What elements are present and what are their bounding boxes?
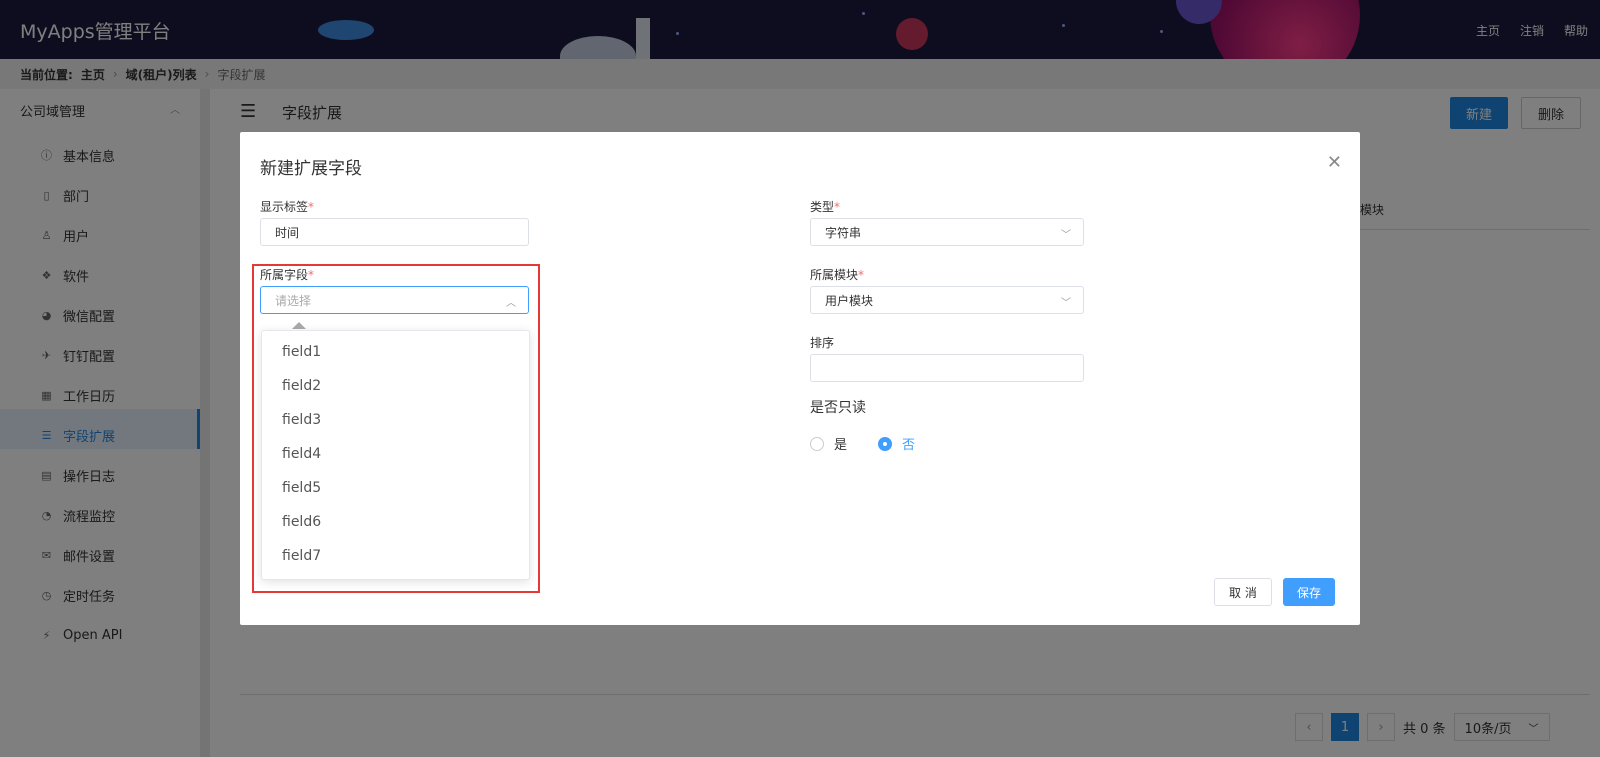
label-field-value: 时间 [275, 225, 300, 240]
dialog-title: 新建扩展字段 [260, 159, 362, 179]
readonly-label: 是否只读 [810, 400, 866, 416]
radio-circle [810, 436, 824, 451]
chevron-down-icon: ﹀ [1061, 230, 1071, 241]
readonly-yes-radio[interactable]: 是 [810, 434, 847, 453]
required-mark: * [308, 200, 315, 214]
required-mark: * [858, 268, 865, 282]
radio-circle [878, 436, 892, 451]
label-text: 所属模块 [810, 268, 859, 282]
order-field-input[interactable] [810, 354, 1084, 382]
module-field-label: 所属模块* [810, 266, 864, 283]
type-field-label: 类型* [810, 198, 840, 215]
module-field-select[interactable]: 用户模块 ﹀ [810, 286, 1084, 314]
label-text: 类型 [810, 200, 835, 214]
new-extension-field-dialog: 新建扩展字段 ✕ 显示标签* 时间 所属字段* 请选择 ︿ field1 fiel… [240, 132, 1360, 625]
required-mark: * [834, 200, 841, 214]
type-field-select[interactable]: 字符串 ﹀ [810, 218, 1084, 246]
highlight-box [252, 264, 540, 593]
readonly-no-radio[interactable]: 否 [878, 434, 915, 453]
chevron-down-icon: ﹀ [1061, 298, 1071, 309]
radio-label: 是 [834, 438, 848, 453]
close-icon[interactable]: ✕ [1327, 152, 1342, 173]
module-field-value: 用户模块 [825, 293, 874, 308]
label-field-label: 显示标签* [260, 198, 314, 215]
type-field-value: 字符串 [825, 225, 862, 240]
order-field-label: 排序 [810, 336, 835, 350]
radio-label: 否 [902, 438, 916, 453]
save-button[interactable]: 保存 [1283, 578, 1336, 606]
cancel-button[interactable]: 取 消 [1214, 578, 1272, 606]
label-field-input[interactable]: 时间 [260, 218, 529, 246]
label-text: 显示标签 [260, 200, 309, 214]
